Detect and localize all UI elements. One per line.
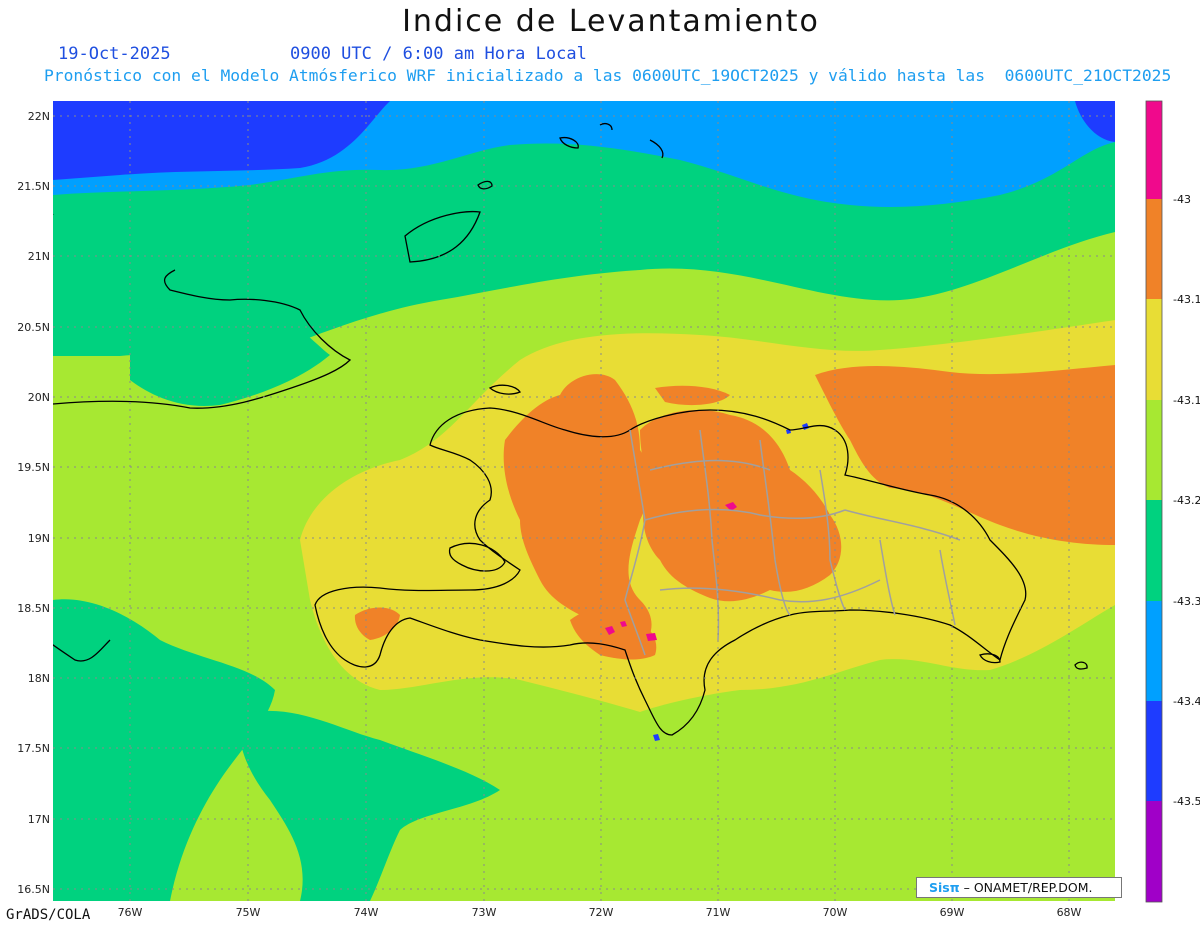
lifted-index-field	[53, 101, 1115, 901]
colorbar-label: -43.3	[1173, 595, 1200, 608]
lon-label: 74W	[354, 906, 379, 919]
lon-label: 72W	[589, 906, 614, 919]
credit-box: Sisπ – ONAMET/REP.DOM.	[916, 877, 1122, 898]
colorbar-swatch	[1146, 299, 1162, 400]
lat-label: 17.5N	[17, 742, 50, 755]
sispi-logo: Sisπ	[929, 880, 960, 895]
colorbar-swatch	[1146, 701, 1162, 801]
colorbar-label: -43.4	[1173, 695, 1200, 708]
colorbar-label: -43.2	[1173, 494, 1200, 507]
colorbar-label: -43	[1173, 193, 1191, 206]
lat-label: 20N	[28, 391, 50, 404]
lon-label: 69W	[940, 906, 965, 919]
lon-label: 68W	[1057, 906, 1082, 919]
lat-label: 19N	[28, 532, 50, 545]
colorbar-swatch	[1146, 199, 1162, 299]
colorbar-label: -43.1	[1173, 394, 1200, 407]
colorbar-swatch	[1146, 400, 1162, 500]
lon-label: 76W	[118, 906, 143, 919]
cuba-west-coast	[53, 213, 54, 215]
lat-label: 17N	[28, 813, 50, 826]
colorbar-swatch	[1146, 801, 1162, 902]
lon-label: 71W	[706, 906, 731, 919]
lat-label: 19.5N	[17, 461, 50, 474]
lat-label: 21N	[28, 250, 50, 263]
latitude-labels: 22N 21.5N 21N 20.5N 20N 19.5N 19N 18.5N …	[17, 110, 50, 896]
lat-label: 21.5N	[17, 180, 50, 193]
colorbar-swatch	[1146, 500, 1162, 601]
colorbar-swatch	[1146, 601, 1162, 701]
lon-label: 73W	[472, 906, 497, 919]
lon-label: 70W	[823, 906, 848, 919]
colorbar-label: -43.5	[1173, 795, 1200, 808]
lat-label: 16.5N	[17, 883, 50, 896]
lat-label: 22N	[28, 110, 50, 123]
longitude-labels: 76W 75W 74W 73W 72W 71W 70W 69W 68W	[118, 906, 1082, 919]
map-figure: 22N 21.5N 21N 20.5N 20N 19.5N 19N 18.5N …	[17, 100, 1200, 919]
colorbar: -43 -43.1 -43.1 -43.2 -43.3 -43.4 -43.5	[1145, 100, 1200, 903]
lat-label: 18.5N	[17, 602, 50, 615]
colorbar-label: -43.1	[1173, 293, 1200, 306]
lat-label: 20.5N	[17, 321, 50, 334]
software-credit: GrADS/COLA	[6, 907, 91, 923]
credit-text: – ONAMET/REP.DOM.	[959, 880, 1093, 895]
lon-label: 75W	[236, 906, 261, 919]
colorbar-swatch	[1146, 101, 1162, 199]
lat-label: 18N	[28, 672, 50, 685]
